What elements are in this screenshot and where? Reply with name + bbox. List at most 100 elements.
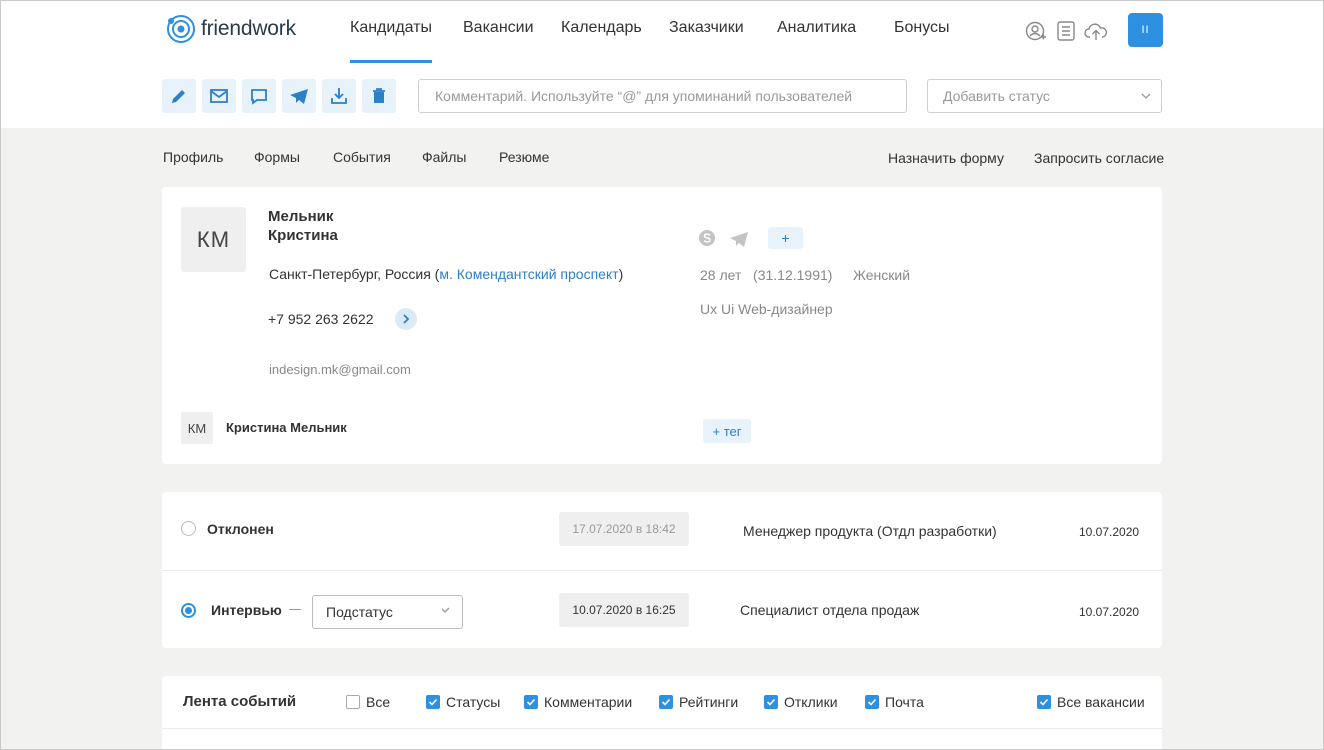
vacancy-radio[interactable] — [181, 521, 196, 536]
tab-resume[interactable]: Резюме — [499, 149, 549, 165]
checkbox-checked[interactable] — [764, 695, 778, 709]
candidate-phone[interactable]: +7 952 263 2622 — [268, 311, 374, 327]
chevron-down-icon — [442, 607, 450, 613]
substatus-select[interactable]: Подстатус — [312, 595, 463, 629]
filter-label: Статусы — [446, 694, 501, 710]
vacancy-row[interactable]: Интервью Подстатус 10.07.2020 в 16:25 Сп… — [162, 570, 1162, 648]
nav-bonuses[interactable]: Бонусы — [894, 19, 950, 37]
status-dash — [289, 609, 301, 610]
filter-label: Все — [366, 694, 391, 710]
logo-text: friendwork — [201, 17, 296, 40]
add-tag-button[interactable]: + тег — [703, 419, 751, 443]
nav-clients[interactable]: Заказчики — [669, 19, 744, 37]
vacancy-name[interactable]: Менеджер продукта (Отдл разработки) — [743, 523, 997, 539]
delete-button[interactable] — [362, 79, 396, 113]
vacancy-added-date: 10.07.2020 — [1079, 525, 1140, 539]
filter-label: Рейтинги — [679, 694, 739, 710]
add-user-icon[interactable] — [1025, 20, 1047, 42]
filter-statuses[interactable]: Статусы — [426, 694, 500, 710]
filter-all-vacancies[interactable]: Все вакансии — [1037, 694, 1145, 710]
check-icon — [526, 698, 536, 706]
check-icon — [428, 698, 438, 706]
feed-title: Лента событий — [183, 693, 297, 710]
chat-icon — [251, 89, 267, 105]
nav-candidates[interactable]: Кандидаты — [350, 19, 433, 63]
checkbox-checked[interactable] — [524, 695, 538, 709]
message-button[interactable] — [242, 79, 276, 113]
filter-all[interactable]: Все — [346, 694, 390, 710]
status-date: 10.07.2020 в 16:25 — [559, 593, 689, 627]
tab-forms[interactable]: Формы — [254, 149, 300, 165]
candidate-toolbar — [162, 79, 402, 113]
vacancy-added-date: 10.07.2020 — [1079, 605, 1140, 619]
candidate-location: Санкт-Петербург, Россия (м. Комендантски… — [269, 266, 624, 282]
chevron-down-icon — [1141, 93, 1151, 99]
filter-label: Комментарии — [544, 694, 633, 710]
tab-files[interactable]: Файлы — [422, 149, 466, 165]
vacancy-name[interactable]: Специалист отдела продаж — [740, 602, 919, 618]
vacancy-row[interactable]: Отклонен 17.07.2020 в 18:42 Менеджер про… — [162, 492, 1162, 570]
call-button[interactable] — [395, 308, 417, 330]
candidate-gender: Женский — [853, 267, 911, 283]
check-icon — [867, 698, 877, 706]
filter-label: Отклики — [784, 694, 838, 710]
nav-analytics[interactable]: Аналитика — [777, 19, 856, 37]
cloud-upload-icon[interactable] — [1084, 20, 1108, 42]
candidate-age: 28 лет (31.12.1991) — [700, 267, 832, 283]
checkbox-checked[interactable] — [1037, 695, 1051, 709]
logo[interactable]: friendwork — [165, 13, 296, 45]
owner-avatar: КМ — [181, 412, 213, 444]
mail-icon — [210, 89, 228, 103]
checkbox-checked[interactable] — [865, 695, 879, 709]
status-date: 17.07.2020 в 18:42 — [559, 512, 689, 546]
edit-button[interactable] — [162, 79, 196, 113]
comment-input[interactable] — [418, 79, 907, 113]
user-menu-button[interactable]: II — [1128, 13, 1163, 47]
candidate-first-name: Кристина — [268, 227, 338, 244]
age-value: 28 лет — [700, 267, 742, 283]
top-bar: friendwork Кандидаты Вакансии Календарь … — [0, 0, 1324, 128]
add-status-placeholder: Добавить статус — [943, 88, 1050, 104]
request-consent-link[interactable]: Запросить согласие — [1034, 150, 1164, 166]
checkbox[interactable] — [346, 695, 360, 709]
checkbox-checked[interactable] — [659, 695, 673, 709]
candidate-city: Санкт-Петербург, Россия — [269, 266, 431, 282]
vacancy-status: Интервью — [211, 602, 282, 618]
assign-form-link[interactable]: Назначить форму — [888, 150, 1004, 166]
candidate-last-name: Мельник — [268, 208, 334, 225]
skype-icon[interactable] — [698, 229, 716, 247]
check-icon — [661, 698, 671, 706]
download-icon — [331, 88, 347, 104]
email-button[interactable] — [202, 79, 236, 113]
candidate-email[interactable]: indesign.mk@gmail.com — [269, 362, 411, 377]
owner-name: Кристина Мельник — [226, 420, 347, 435]
filter-ratings[interactable]: Рейтинги — [659, 694, 738, 710]
candidate-profile-card: КМ Мельник Кристина Санкт-Петербург, Рос… — [162, 187, 1162, 464]
list-icon[interactable] — [1055, 20, 1077, 42]
filter-responses[interactable]: Отклики — [764, 694, 838, 710]
vacancy-radio-selected[interactable] — [181, 603, 196, 618]
logo-icon — [167, 15, 195, 43]
metro-link[interactable]: м. Комендантский проспект — [439, 266, 618, 282]
substatus-value: Подстатус — [326, 604, 393, 620]
chevron-right-icon — [403, 314, 410, 324]
vacancies-card: Отклонен 17.07.2020 в 18:42 Менеджер про… — [162, 492, 1162, 648]
filter-label: Почта — [885, 694, 924, 710]
filter-mail[interactable]: Почта — [865, 694, 924, 710]
nav-calendar[interactable]: Календарь — [561, 19, 642, 37]
checkbox-checked[interactable] — [426, 695, 440, 709]
filter-comments[interactable]: Комментарии — [524, 694, 632, 710]
telegram-contact-icon[interactable] — [729, 230, 749, 248]
check-icon — [766, 698, 776, 706]
tab-events[interactable]: События — [333, 149, 391, 165]
avatar: КМ — [181, 207, 246, 272]
telegram-button[interactable] — [282, 79, 316, 113]
nav-vacancies[interactable]: Вакансии — [463, 19, 534, 37]
add-status-select[interactable]: Добавить статус — [927, 79, 1162, 113]
add-contact-button[interactable]: + — [768, 227, 803, 249]
tab-profile[interactable]: Профиль — [163, 149, 223, 165]
event-feed-card: Лента событий Все Статусы Комментарии Ре… — [162, 676, 1162, 750]
edit-icon — [172, 90, 185, 103]
download-button[interactable] — [322, 79, 356, 113]
telegram-icon — [290, 89, 308, 104]
